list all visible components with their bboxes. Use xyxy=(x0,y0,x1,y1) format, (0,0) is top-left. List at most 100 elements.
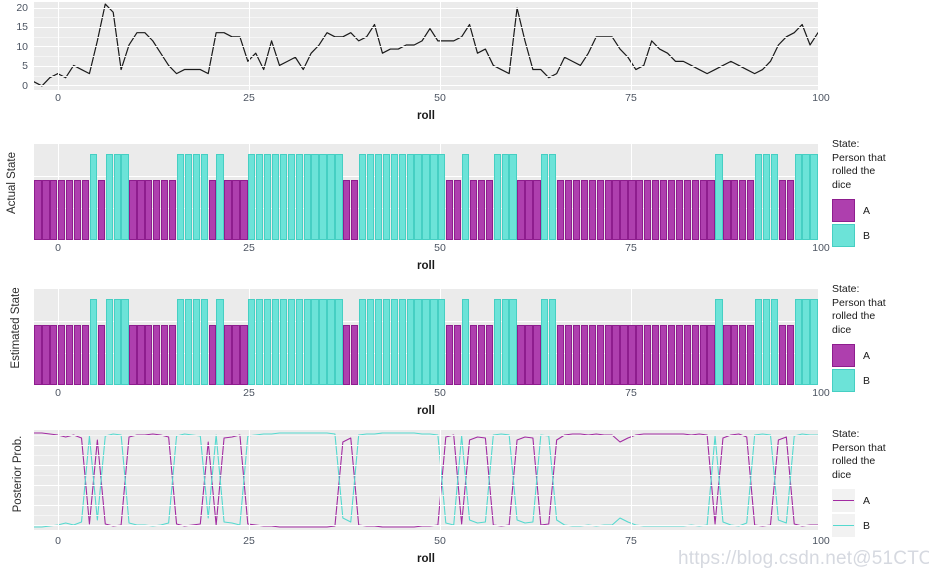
bar-a xyxy=(97,180,105,240)
bar-b xyxy=(319,153,327,240)
bar-b xyxy=(422,298,430,385)
bar-a xyxy=(636,325,644,385)
legend-label-a: A xyxy=(863,204,871,217)
bar-b xyxy=(509,153,517,240)
bar-a xyxy=(208,180,216,240)
bar-b xyxy=(430,298,438,385)
bar-b xyxy=(794,298,802,385)
bar-b xyxy=(715,153,723,240)
legend-label-b: B xyxy=(863,374,871,387)
bar-a xyxy=(747,180,755,240)
bar-a xyxy=(588,180,596,240)
legend-posterior: State: Person that rolled the dice A B xyxy=(832,428,929,538)
x-tick-100: 100 xyxy=(812,242,830,254)
bar-b xyxy=(501,298,509,385)
legend-swatch-a xyxy=(832,344,855,367)
legend-swatch-b xyxy=(832,369,855,392)
bar-b xyxy=(715,298,723,385)
legend-item-b[interactable]: B xyxy=(832,223,929,248)
bar-b xyxy=(295,298,303,385)
bar-a xyxy=(612,325,620,385)
legend-item-a[interactable]: A xyxy=(832,488,929,513)
y-axis-label-actual-state: Actual State xyxy=(6,152,18,215)
bar-a xyxy=(81,180,90,240)
bar-a xyxy=(454,180,462,240)
bar-a xyxy=(161,325,169,385)
bar-a xyxy=(628,325,636,385)
bar-a xyxy=(525,180,533,240)
bar-a xyxy=(659,325,668,385)
bar-a xyxy=(34,180,42,240)
bar-b xyxy=(192,153,200,240)
legend-item-a[interactable]: A xyxy=(832,343,929,368)
bar-a xyxy=(683,325,691,385)
bar-b xyxy=(493,298,501,385)
bar-b xyxy=(192,298,200,385)
bar-a xyxy=(580,325,589,385)
y-tick-0: 0 xyxy=(22,80,28,92)
bar-b xyxy=(287,298,295,385)
bar-b xyxy=(295,153,303,240)
bar-a xyxy=(469,180,478,240)
x-tick-75: 75 xyxy=(625,387,637,399)
x-tick-50: 50 xyxy=(434,535,446,547)
x-axis-label-roll: roll xyxy=(417,405,435,417)
bar-a xyxy=(786,325,794,385)
bar-a xyxy=(161,180,169,240)
bar-b xyxy=(176,153,185,240)
bar-b xyxy=(414,298,422,385)
bar-a xyxy=(73,325,82,385)
bar-b xyxy=(802,298,810,385)
bar-a xyxy=(652,180,660,240)
bar-b xyxy=(438,153,446,240)
bar-a xyxy=(556,180,565,240)
bar-b xyxy=(359,153,367,240)
plot-area-posterior-probability xyxy=(34,430,818,530)
bar-b xyxy=(549,153,557,240)
bar-a xyxy=(137,180,145,240)
bar-b xyxy=(461,153,470,240)
bar-b xyxy=(438,298,446,385)
bar-a xyxy=(153,325,161,385)
bar-b xyxy=(366,153,375,240)
bar-a xyxy=(208,325,216,385)
bar-b xyxy=(335,298,343,385)
bar-a xyxy=(652,325,660,385)
bar-b xyxy=(541,298,549,385)
legend-title: State: Person that rolled the dice xyxy=(832,428,886,481)
legend-item-b[interactable]: B xyxy=(832,368,929,393)
legend-item-b[interactable]: B xyxy=(832,513,929,538)
bar-b xyxy=(271,298,280,385)
multi-panel-figure: 20 15 10 5 0 0 25 50 75 100 roll Actual … xyxy=(0,0,929,569)
bar-a xyxy=(564,325,573,385)
legend-item-a[interactable]: A xyxy=(832,198,929,223)
bar-a xyxy=(477,325,486,385)
bar-b xyxy=(113,153,121,240)
bar-a xyxy=(731,180,739,240)
bar-b xyxy=(105,153,113,240)
bar-b xyxy=(121,298,129,385)
bar-a xyxy=(644,325,652,385)
legend-title: State: Person that rolled the dice xyxy=(832,283,886,336)
bar-b xyxy=(382,153,391,240)
bar-a xyxy=(612,180,620,240)
bar-b xyxy=(398,298,406,385)
legend-line-swatch-b xyxy=(832,514,855,537)
bar-b xyxy=(279,298,288,385)
bar-a xyxy=(517,325,525,385)
bar-b xyxy=(359,298,367,385)
bar-b xyxy=(501,153,509,240)
bar-a xyxy=(572,180,581,240)
bar-b xyxy=(319,298,327,385)
bar-b xyxy=(406,153,414,240)
x-tick-25: 25 xyxy=(243,387,255,399)
bar-a xyxy=(81,325,90,385)
bar-a xyxy=(145,180,153,240)
bar-a xyxy=(707,180,715,240)
bar-b xyxy=(311,298,319,385)
x-tick-75: 75 xyxy=(625,92,637,104)
bar-a xyxy=(477,180,486,240)
bar-b xyxy=(271,153,280,240)
x-tick-25: 25 xyxy=(243,535,255,547)
bar-a xyxy=(240,180,248,240)
